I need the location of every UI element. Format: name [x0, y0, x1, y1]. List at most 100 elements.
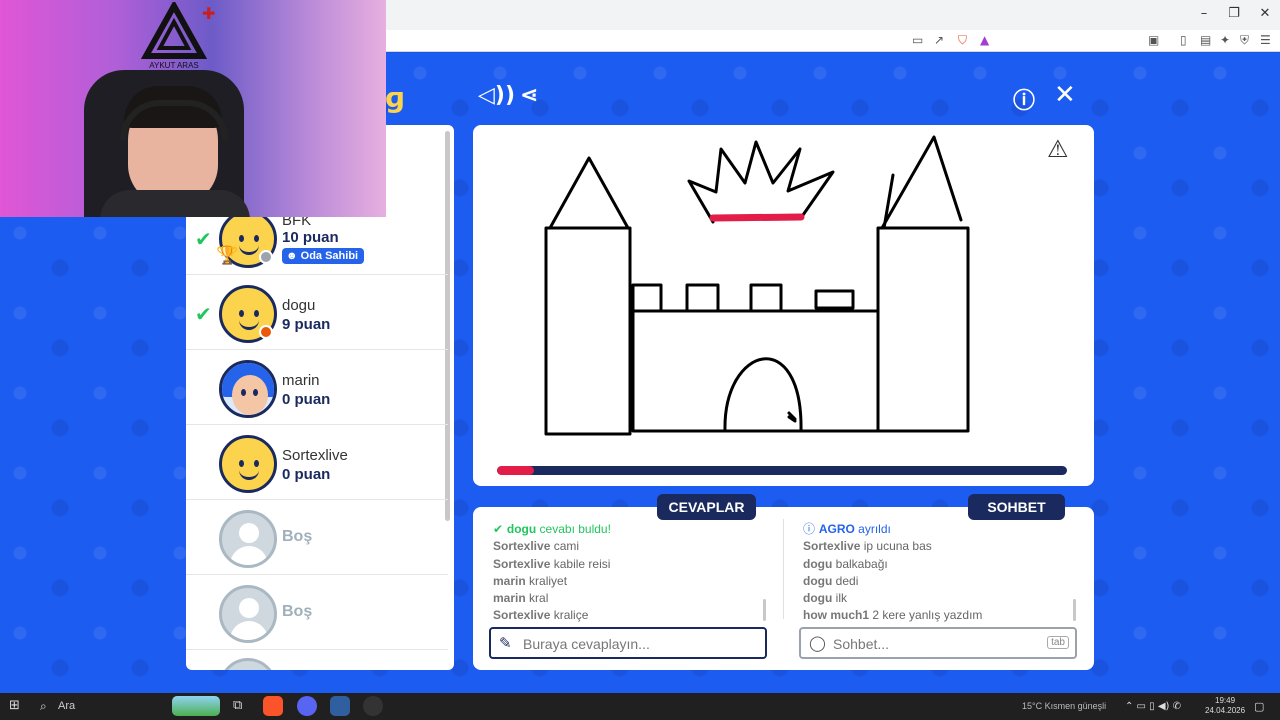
empty-slot-label: Boş [282, 528, 313, 545]
info-icon[interactable]: ⓘ [1013, 83, 1035, 115]
player-points: 0 puan [282, 391, 331, 408]
message-row: marin kral [493, 590, 773, 607]
player-row: Sortexlive 0 puan [186, 425, 448, 500]
menu-icon[interactable]: ☰ [1260, 33, 1271, 47]
drawing [544, 135, 970, 436]
message-row: marin kraliyet [493, 573, 773, 590]
message-row: dogu dedi [803, 573, 1083, 590]
tab-key-hint: tab [1047, 636, 1069, 649]
brave-shield-icon[interactable]: ⛉ [958, 33, 967, 48]
message-text: ip ucuna bas [863, 539, 932, 554]
report-warning-icon[interactable]: ⚠ [1047, 135, 1069, 163]
share-icon[interactable]: ⋖ [520, 83, 538, 108]
chat-panel: CEVAPLAR SOHBET ✔ dogu cevabı buldu! Sort… [473, 494, 1094, 670]
maximize-icon[interactable]: ❐ [1219, 6, 1249, 21]
message-user: dogu [803, 573, 833, 588]
logo-fragment: ɡ [385, 81, 406, 114]
message-text: kabile reisi [553, 556, 611, 571]
message-text: 2 kere yanlış yazdım [872, 608, 983, 623]
empty-avatar-icon [219, 510, 277, 568]
share-page-icon[interactable]: ↗ [934, 33, 944, 47]
streamer-logo: AYKUT ARAS [140, 2, 208, 70]
message-row: Sortexlive kraliçe [493, 607, 773, 624]
timer-fill [497, 466, 535, 475]
chat-input-box[interactable]: ◯ tab [799, 627, 1077, 659]
message-row: dogu ilk [803, 590, 1083, 607]
trophy-icon: 🏆 [216, 245, 239, 266]
tab-chat[interactable]: SOHBET [968, 494, 1065, 520]
streamer-shirt [100, 190, 250, 217]
player-row: marin 0 puan [186, 350, 448, 425]
status-dot [259, 250, 273, 264]
crown-band [709, 213, 805, 222]
empty-slot: Boş [186, 500, 448, 575]
widget-thumbnail[interactable] [172, 696, 220, 716]
message-user: marin [493, 591, 526, 606]
leo-icon[interactable]: ✦ [1220, 33, 1230, 47]
sidebar-icon[interactable]: ▯ [1180, 33, 1187, 47]
webcam-overlay: AYKUT ARAS ✚ [0, 0, 386, 217]
start-icon[interactable]: ⊞ [9, 698, 20, 713]
message-user: dogu [506, 522, 537, 536]
taskbar-search-label[interactable]: Ara [58, 700, 75, 712]
empty-avatar-icon [219, 658, 277, 670]
vpn-icon[interactable]: ⛨ [1240, 33, 1249, 48]
chat-scrollbar[interactable] [1073, 599, 1076, 621]
tab-answers[interactable]: CEVAPLAR [657, 494, 756, 520]
message-user: marin [493, 573, 526, 588]
message-text: balkabağı [835, 556, 888, 571]
minimize-icon[interactable]: – [1189, 6, 1219, 21]
answers-scrollbar[interactable] [763, 599, 766, 621]
chat-divider [783, 519, 784, 619]
tab-search-icon[interactable]: ▣ [1148, 33, 1159, 47]
empty-slot-label: Boş [282, 603, 313, 620]
rewards-icon[interactable]: ▲ [980, 33, 989, 47]
notifications-icon[interactable]: ▢ [1254, 700, 1264, 713]
player-row: ✔ dogu 9 puan [186, 275, 448, 350]
clock[interactable]: 19:49 24.04.2026 [1205, 696, 1245, 716]
discord-app-icon[interactable] [297, 696, 317, 716]
avatar [219, 360, 277, 418]
message-user: Sortexlive [493, 556, 551, 571]
task-view-icon[interactable]: ⧉ [233, 698, 242, 713]
empty-slot: Boş [186, 575, 448, 650]
answer-input-box[interactable]: ✎ [489, 627, 767, 659]
pencil-icon: ✎ [499, 634, 512, 652]
check-icon: ✔ [493, 522, 507, 536]
search-icon[interactable]: ⌕ [40, 699, 47, 714]
cast-icon[interactable]: ▭ [912, 33, 923, 47]
message-row: Sortexlive kabile reisi [493, 556, 773, 573]
app-icon[interactable] [330, 696, 350, 716]
empty-avatar-icon [219, 585, 277, 643]
system-tray-icons[interactable]: ⌃ ▭ ▯ ◀) ✆ [1125, 701, 1181, 712]
sound-icon[interactable]: ◁)) [478, 83, 515, 108]
chat-input[interactable] [833, 634, 1033, 654]
answers-list: ✔ dogu cevabı buldu! Sortexlive cami Sorte… [493, 521, 773, 625]
status-dot [259, 325, 273, 339]
check-icon: ✔ [195, 302, 212, 326]
message-user: Sortexlive [493, 608, 551, 623]
player-points: 10 puan [282, 229, 339, 246]
drawing-canvas[interactable]: ⚠ [473, 125, 1094, 486]
chat-bubble-icon: ◯ [809, 634, 826, 652]
answer-input[interactable] [523, 634, 723, 654]
logo-mark-icon: ✚ [202, 4, 216, 23]
player-points: 9 puan [282, 316, 331, 333]
message-text: cevabı buldu! [539, 522, 611, 536]
avatar [219, 435, 277, 493]
brave-app-icon[interactable] [263, 696, 283, 716]
check-icon: ✔ [195, 227, 212, 251]
message-row: dogu balkabağı [803, 556, 1083, 573]
close-window-icon[interactable]: ✕ [1250, 6, 1280, 21]
message-row: ⓘ AGRO ayrıldı [803, 521, 1083, 538]
weather-widget[interactable]: 15°C Kısmen güneşli [1022, 701, 1106, 711]
svg-text:AYKUT ARAS: AYKUT ARAS [149, 61, 199, 70]
wallet-icon[interactable]: ▤ [1200, 33, 1211, 47]
close-icon[interactable]: ✕ [1054, 80, 1076, 110]
obs-app-icon[interactable] [363, 696, 383, 716]
message-user: Sortexlive [493, 539, 551, 554]
message-text: ilk [835, 591, 848, 606]
message-text: kraliçe [553, 608, 589, 623]
message-user: Sortexlive [803, 539, 861, 554]
message-row: ✔ dogu cevabı buldu! [493, 521, 773, 538]
